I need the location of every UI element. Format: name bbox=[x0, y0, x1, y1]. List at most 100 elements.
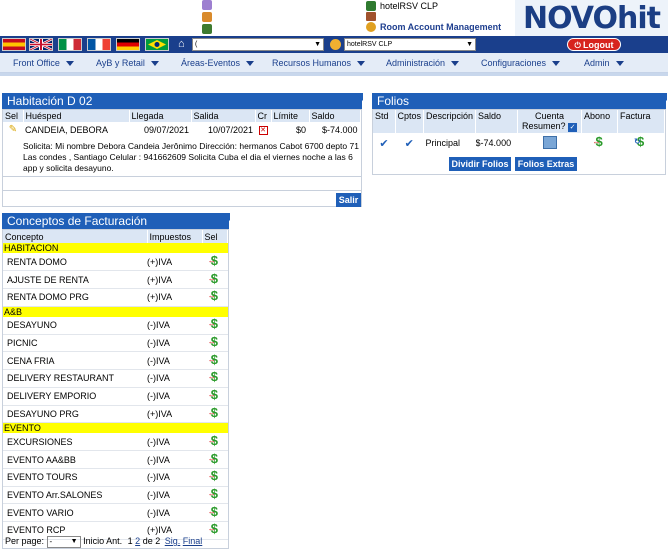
uk-flag-icon[interactable] bbox=[29, 38, 53, 51]
select-charge-icon[interactable]: ↔ $ bbox=[202, 253, 228, 271]
menu-front-office[interactable]: Front Office bbox=[13, 53, 74, 73]
divider bbox=[0, 73, 668, 76]
logout-icon: ⏻ bbox=[574, 41, 584, 50]
pager-page-1[interactable]: 1 bbox=[128, 536, 133, 546]
select-charge-icon[interactable]: ↔ $ bbox=[202, 486, 228, 504]
menu-administracion[interactable]: Administración bbox=[386, 53, 460, 73]
chevron-down-icon: ▼ bbox=[70, 537, 78, 545]
company-select[interactable]: ( ▼ bbox=[192, 38, 324, 51]
app-icons bbox=[202, 0, 214, 36]
per-page-select[interactable]: - ▼ bbox=[46, 535, 81, 548]
impuestos-cell: (+)IVA bbox=[147, 274, 173, 285]
menu-recursos-humanos[interactable]: Recursos Humanos bbox=[272, 53, 366, 73]
table-row[interactable]: DELIVERY RESTAURANT (-)IVA ↔ $ bbox=[3, 370, 228, 388]
settings-icon[interactable] bbox=[202, 0, 212, 10]
abono-icon[interactable]: ↔ $ bbox=[582, 133, 618, 153]
pager-page-2[interactable]: 2 bbox=[135, 536, 140, 546]
col-std: Std bbox=[373, 110, 396, 133]
menu-configuraciones[interactable]: Configuraciones bbox=[481, 53, 561, 73]
it-flag-icon[interactable] bbox=[58, 38, 82, 51]
table-row[interactable]: ✎ CANDEIA, DEBORA 09/07/2021 10/07/2021 … bbox=[3, 122, 361, 137]
table-row[interactable]: EXCURSIONES (-)IVA ↔ $ bbox=[3, 433, 228, 451]
select-charge-icon[interactable]: ↔ $ bbox=[202, 469, 228, 487]
table-row[interactable]: EVENTO TOURS (-)IVA ↔ $ bbox=[3, 469, 228, 487]
home-nav-icon[interactable]: ⌂ bbox=[178, 38, 189, 50]
factura-icon[interactable]: $ ↻ bbox=[618, 133, 665, 153]
checkbox-checked-icon[interactable]: ✓ bbox=[568, 123, 578, 132]
table-row[interactable]: DESAYUNO (-)IVA ↔ $ bbox=[3, 317, 228, 335]
habitacion-table: Sel Huésped Llegada Salida Cr Límite Sal… bbox=[3, 110, 361, 137]
room-account-link[interactable]: Room Account Management bbox=[366, 22, 501, 32]
llegada-cell: 09/07/2021 bbox=[143, 124, 189, 135]
pager-of-label: de 2 bbox=[142, 536, 161, 546]
select-charge-icon[interactable]: ↔ $ bbox=[202, 334, 228, 352]
select-charge-icon[interactable]: ↔ $ bbox=[202, 451, 228, 469]
br-flag-icon[interactable] bbox=[145, 38, 169, 51]
corner-decoration bbox=[659, 93, 667, 101]
table-row[interactable]: DELIVERY EMPORIO (-)IVA ↔ $ bbox=[3, 387, 228, 405]
table-row[interactable]: ✔ ✔ Principal $-74.000 ↔ $ $ ↻ bbox=[373, 133, 665, 153]
dropdown-arrow-icon bbox=[451, 61, 460, 67]
select-charge-icon[interactable]: ↔ $ bbox=[202, 504, 228, 522]
dropdown-arrow-icon bbox=[246, 61, 255, 67]
conceptos-header: Conceptos de Facturación bbox=[2, 213, 230, 229]
impuestos-cell: (-)IVA bbox=[147, 320, 170, 331]
select-charge-icon[interactable]: ↔ $ bbox=[202, 387, 228, 405]
select-charge-icon[interactable]: ↔ $ bbox=[202, 405, 228, 423]
table-row[interactable]: DESAYUNO PRG (+)IVA ↔ $ bbox=[3, 405, 228, 423]
col-salida: Salida bbox=[191, 110, 256, 122]
menu-ayb-retail[interactable]: AyB y Retail bbox=[96, 53, 159, 73]
conceptos-body: HABITACION RENTA DOMO (+)IVA ↔ $ AJUSTE DE RE… bbox=[3, 243, 228, 540]
table-row[interactable]: RENTA DOMO (+)IVA ↔ $ bbox=[3, 253, 228, 271]
main-menu: Front Office AyB y Retail Áreas-Eventos … bbox=[0, 53, 668, 73]
hotel-select-icon bbox=[330, 39, 341, 50]
habitacion-title: Habitación D 02 bbox=[7, 94, 93, 108]
hotel-select[interactable]: hotelRSV CLP ▼ bbox=[344, 38, 476, 51]
folios-extras-button[interactable]: Folios Extras bbox=[515, 157, 577, 171]
pager-sig[interactable]: Sig. bbox=[165, 536, 181, 546]
select-charge-icon[interactable]: ↔ $ bbox=[202, 370, 228, 388]
folios-header: Folios bbox=[372, 93, 667, 109]
col-sel: Sel bbox=[3, 110, 24, 122]
col-concepto: Concepto bbox=[3, 230, 148, 243]
dividir-folios-button[interactable]: Dividir Folios bbox=[449, 157, 511, 171]
concepto-cell: RENTA DOMO PRG bbox=[7, 292, 89, 303]
es-flag-icon[interactable] bbox=[2, 38, 26, 51]
select-charge-icon[interactable]: ↔ $ bbox=[202, 288, 228, 306]
impuestos-cell: (-)IVA bbox=[147, 373, 170, 384]
table-row[interactable]: EVENTO AA&BB (-)IVA ↔ $ bbox=[3, 451, 228, 469]
impuestos-cell: (+)IVA bbox=[147, 408, 173, 419]
select-charge-icon[interactable]: ↔ $ bbox=[202, 317, 228, 335]
fr-flag-icon[interactable] bbox=[87, 38, 111, 51]
pencil-icon[interactable]: ✎ bbox=[3, 122, 23, 137]
chevron-down-icon: ▼ bbox=[466, 41, 473, 48]
menu-areas-eventos[interactable]: Áreas-Eventos bbox=[181, 53, 255, 73]
pager-final[interactable]: Final bbox=[183, 536, 203, 546]
cross-icon: ✕ bbox=[258, 126, 268, 135]
cr-checkbox[interactable]: ✕ bbox=[255, 122, 271, 137]
room-account-icon bbox=[366, 22, 376, 32]
salir-button[interactable]: Salir bbox=[336, 193, 361, 207]
menu-label: Configuraciones bbox=[481, 58, 547, 68]
table-row[interactable]: RENTA DOMO PRG (+)IVA ↔ $ bbox=[3, 288, 228, 307]
hotel-icon bbox=[366, 1, 376, 11]
table-row[interactable]: PICNIC (-)IVA ↔ $ bbox=[3, 334, 228, 352]
de-flag-icon[interactable] bbox=[116, 38, 140, 51]
impuestos-cell: (-)IVA bbox=[147, 338, 170, 349]
menu-admin[interactable]: Admin bbox=[584, 53, 624, 73]
table-row[interactable]: EVENTO VARIO (-)IVA ↔ $ bbox=[3, 504, 228, 522]
calculator-icon[interactable] bbox=[518, 133, 582, 153]
home-icon[interactable] bbox=[202, 24, 212, 34]
table-row[interactable]: EVENTO Arr.SALONES (-)IVA ↔ $ bbox=[3, 486, 228, 504]
select-charge-icon[interactable]: ↔ $ bbox=[202, 352, 228, 370]
dropdown-arrow-icon bbox=[65, 61, 74, 67]
select-charge-icon[interactable]: ↔ $ bbox=[202, 271, 228, 289]
chart-icon[interactable] bbox=[202, 12, 212, 22]
group-name: HABITACION bbox=[4, 243, 59, 253]
concepto-cell: EXCURSIONES bbox=[7, 436, 73, 447]
table-row[interactable]: AJUSTE DE RENTA (+)IVA ↔ $ bbox=[3, 271, 228, 289]
note-text: Solicita: Mi nombre Debora Candeia Jerôn… bbox=[23, 141, 359, 173]
select-charge-icon[interactable]: ↔ $ bbox=[202, 433, 228, 451]
logout-button[interactable]: ⏻ Logout bbox=[567, 38, 621, 51]
table-row[interactable]: CENA FRIA (-)IVA ↔ $ bbox=[3, 352, 228, 370]
